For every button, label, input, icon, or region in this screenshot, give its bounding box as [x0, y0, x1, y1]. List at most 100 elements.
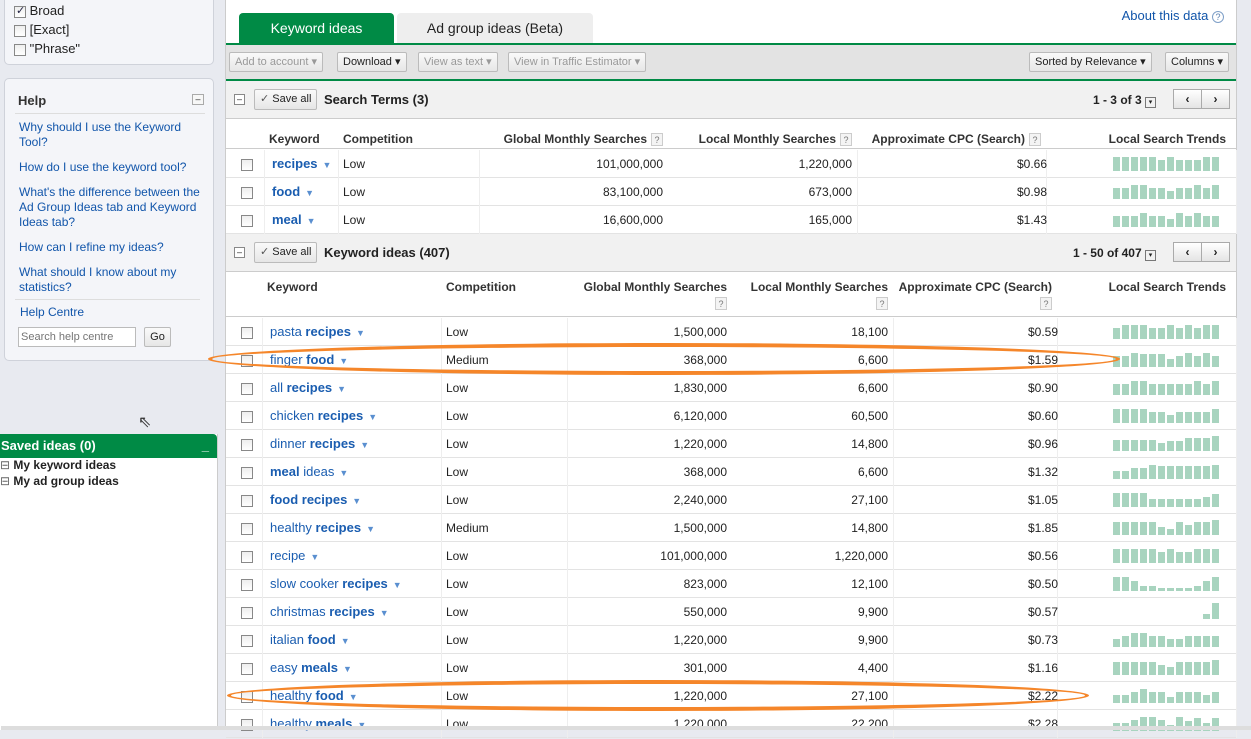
keyword-dropdown-icon[interactable]: ▼	[368, 412, 377, 422]
column-header-local[interactable]: Local Monthly Searches?	[699, 132, 852, 146]
keyword-dropdown-icon[interactable]: ▼	[323, 160, 332, 170]
row-checkbox[interactable]	[241, 439, 253, 451]
keyword-link[interactable]: recipe ▼	[270, 542, 319, 570]
row-checkbox[interactable]	[241, 383, 253, 395]
help-link[interactable]: Why should I use the Keyword Tool?	[19, 120, 204, 150]
row-checkbox[interactable]	[241, 159, 253, 171]
row-checkbox[interactable]	[241, 467, 253, 479]
minimize-saved-button[interactable]: _	[202, 434, 209, 458]
collapse-section-button[interactable]: –	[234, 94, 245, 105]
help-link[interactable]: What's the difference between the Ad Gro…	[19, 185, 204, 230]
next-page-button[interactable]: ›	[1201, 242, 1230, 262]
collapse-section-button[interactable]: –	[234, 247, 245, 258]
keyword-dropdown-icon[interactable]: ▼	[310, 552, 319, 562]
column-header-keyword[interactable]: Keyword	[269, 132, 320, 146]
row-checkbox[interactable]	[241, 327, 253, 339]
horizontal-scrollbar[interactable]	[1, 726, 1251, 730]
save-all-button[interactable]: ✓ Save all	[254, 242, 318, 263]
column-header-trends[interactable]: Local Search Trends	[1109, 280, 1226, 294]
keyword-link[interactable]: all recipes ▼	[270, 374, 346, 402]
match-type-option[interactable]: [Exact]	[14, 22, 80, 41]
tab-keyword-ideas[interactable]: Keyword ideas	[239, 13, 394, 43]
pagination-dropdown-icon[interactable]: ▾	[1145, 97, 1156, 108]
column-help-icon[interactable]: ?	[651, 133, 663, 146]
keyword-dropdown-icon[interactable]: ▼	[380, 608, 389, 618]
keyword-link[interactable]: food ▼	[272, 178, 314, 206]
column-header-cpc[interactable]: Approximate CPC (Search)?	[899, 280, 1052, 310]
row-checkbox[interactable]	[241, 607, 253, 619]
keyword-dropdown-icon[interactable]: ▼	[307, 216, 316, 226]
column-header-keyword[interactable]: Keyword	[267, 280, 318, 294]
column-help-icon[interactable]: ?	[840, 133, 852, 146]
help-search-input[interactable]	[18, 327, 136, 347]
keyword-link[interactable]: meal ideas ▼	[270, 458, 348, 486]
help-centre-link[interactable]: Help Centre	[20, 305, 84, 319]
keyword-link[interactable]: christmas recipes ▼	[270, 598, 389, 626]
traffic-estimator-button[interactable]: View in Traffic Estimator ▾	[508, 52, 647, 72]
keyword-dropdown-icon[interactable]: ▼	[360, 440, 369, 450]
row-checkbox[interactable]	[241, 411, 253, 423]
about-data-link[interactable]: About this data	[1122, 8, 1209, 23]
match-type-checkbox[interactable]	[14, 4, 26, 18]
help-question-icon[interactable]: ?	[1212, 11, 1224, 23]
keyword-dropdown-icon[interactable]: ▼	[341, 636, 350, 646]
row-checkbox[interactable]	[241, 215, 253, 227]
match-type-option[interactable]: "Phrase"	[14, 41, 80, 60]
keyword-link[interactable]: dinner recipes ▼	[270, 430, 369, 458]
row-checkbox[interactable]	[241, 523, 253, 535]
tab-ad-group-ideas[interactable]: Ad group ideas (Beta)	[397, 13, 593, 43]
column-header-global[interactable]: Global Monthly Searches?	[584, 280, 727, 310]
keyword-dropdown-icon[interactable]: ▼	[393, 580, 402, 590]
keyword-dropdown-icon[interactable]: ▼	[343, 664, 352, 674]
pagination-dropdown-icon[interactable]: ▾	[1145, 250, 1156, 261]
match-type-checkbox[interactable]	[14, 43, 26, 56]
column-header-competition[interactable]: Competition	[446, 280, 516, 294]
column-help-icon[interactable]: ?	[1029, 133, 1041, 146]
keyword-link[interactable]: meal ▼	[272, 206, 316, 234]
help-link[interactable]: What should I know about my statistics?	[19, 265, 204, 295]
row-checkbox[interactable]	[241, 187, 253, 199]
keyword-dropdown-icon[interactable]: ▼	[305, 188, 314, 198]
help-go-button[interactable]: Go	[144, 327, 171, 347]
keyword-link[interactable]: healthy recipes ▼	[270, 514, 375, 542]
download-button[interactable]: Download ▾	[337, 52, 407, 72]
help-link[interactable]: How can I refine my ideas?	[19, 240, 204, 255]
help-link[interactable]: How do I use the keyword tool?	[19, 160, 204, 175]
saved-item-adgroups[interactable]: ⊟ My ad group ideas	[0, 474, 217, 490]
add-to-account-button[interactable]: Add to account ▾	[229, 52, 323, 72]
row-checkbox[interactable]	[241, 663, 253, 675]
keyword-link[interactable]: slow cooker recipes ▼	[270, 570, 402, 598]
columns-dropdown[interactable]: Columns ▾	[1165, 52, 1229, 72]
view-as-text-button[interactable]: View as text ▾	[418, 52, 498, 72]
keyword-link[interactable]: recipes ▼	[272, 150, 331, 178]
saved-item-keywords[interactable]: ⊟ My keyword ideas	[0, 458, 217, 474]
keyword-dropdown-icon[interactable]: ▼	[356, 328, 365, 338]
prev-page-button[interactable]: ‹	[1173, 242, 1202, 262]
column-header-local[interactable]: Local Monthly Searches?	[751, 280, 888, 310]
keyword-link[interactable]: italian food ▼	[270, 626, 350, 654]
prev-page-button[interactable]: ‹	[1173, 89, 1202, 109]
keyword-dropdown-icon[interactable]: ▼	[339, 468, 348, 478]
keyword-dropdown-icon[interactable]: ▼	[352, 496, 361, 506]
match-type-option[interactable]: Broad	[14, 3, 80, 22]
column-header-global[interactable]: Global Monthly Searches?	[504, 132, 663, 146]
keyword-link[interactable]: healthy meals ▼	[270, 710, 366, 738]
row-checkbox[interactable]	[241, 579, 253, 591]
match-type-checkbox[interactable]	[14, 24, 26, 37]
save-all-button[interactable]: ✓ Save all	[254, 89, 318, 110]
row-checkbox[interactable]	[241, 635, 253, 647]
keyword-dropdown-icon[interactable]: ▼	[366, 524, 375, 534]
column-help-icon[interactable]: ?	[1040, 297, 1052, 310]
keyword-link[interactable]: easy meals ▼	[270, 654, 352, 682]
column-header-competition[interactable]: Competition	[343, 132, 413, 146]
keyword-link[interactable]: chicken recipes ▼	[270, 402, 377, 430]
collapse-help-button[interactable]: –	[192, 94, 204, 105]
next-page-button[interactable]: ›	[1201, 89, 1230, 109]
column-help-icon[interactable]: ?	[876, 297, 888, 310]
row-checkbox[interactable]	[241, 551, 253, 563]
row-checkbox[interactable]	[241, 495, 253, 507]
keyword-link[interactable]: pasta recipes ▼	[270, 318, 365, 346]
column-header-trends[interactable]: Local Search Trends	[1109, 132, 1226, 146]
sort-dropdown[interactable]: Sorted by Relevance ▾	[1029, 52, 1152, 72]
keyword-link[interactable]: food recipes ▼	[270, 486, 361, 514]
